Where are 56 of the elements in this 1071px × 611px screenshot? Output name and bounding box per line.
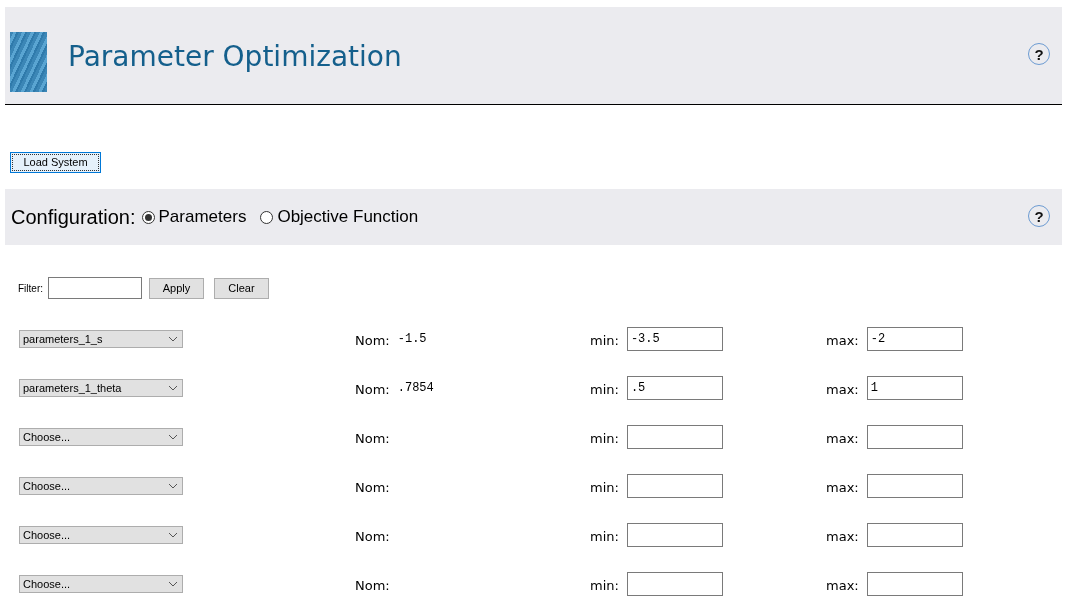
max-label: max:	[826, 578, 859, 593]
caret-icon	[168, 482, 178, 489]
caret-icon	[168, 580, 178, 587]
radio-button[interactable]	[260, 210, 274, 224]
max-label: max:	[826, 529, 859, 544]
radio-button[interactable]	[141, 210, 155, 224]
min-field[interactable]	[626, 571, 723, 596]
max-field[interactable]	[866, 571, 963, 596]
page-title: Parameter Optimization	[68, 40, 402, 73]
filter-button[interactable]: Apply	[149, 277, 204, 299]
parameter-dropdown[interactable]: Choose...	[19, 476, 183, 495]
filter-label: Filter:	[18, 282, 43, 294]
nom-label: Nom:	[355, 431, 390, 446]
parameter-dropdown[interactable]: Choose...	[19, 427, 183, 446]
parameter-dropdown[interactable]: parameters_1_theta	[19, 378, 183, 397]
min-field[interactable]: .5	[626, 375, 723, 400]
caret-icon	[168, 384, 178, 391]
nom-label: Nom:	[355, 382, 390, 397]
max-label: max:	[826, 431, 859, 446]
caret-icon	[168, 433, 178, 440]
nom-value: -1.5	[397, 331, 427, 346]
max-field[interactable]: 1	[866, 375, 963, 400]
max-field[interactable]: -2	[866, 326, 963, 351]
nom-value: .7854	[397, 380, 434, 395]
radio-option[interactable]: Objective Function	[260, 207, 419, 227]
nom-label: Nom:	[355, 333, 390, 348]
min-field[interactable]: -3.5	[626, 326, 723, 351]
min-label: min:	[590, 382, 619, 397]
min-label: min:	[590, 480, 619, 495]
parameter-dropdown[interactable]: Choose...	[19, 525, 183, 544]
max-label: max:	[826, 480, 859, 495]
radio-option[interactable]: Parameters	[141, 207, 247, 227]
configuration-label: Configuration:	[11, 205, 136, 229]
max-label: max:	[826, 333, 859, 348]
caret-icon	[168, 335, 178, 342]
max-field[interactable]	[866, 522, 963, 547]
nom-label: Nom:	[355, 480, 390, 495]
min-label: min:	[590, 529, 619, 544]
nom-label: Nom:	[355, 529, 390, 544]
min-field[interactable]	[626, 473, 723, 498]
nom-label: Nom:	[355, 578, 390, 593]
max-field[interactable]	[866, 473, 963, 498]
min-field[interactable]	[626, 424, 723, 449]
max-label: max:	[826, 382, 859, 397]
min-label: min:	[590, 333, 619, 348]
min-label: min:	[590, 431, 619, 446]
filter-button[interactable]: Clear	[214, 277, 269, 299]
parameter-dropdown[interactable]: Choose...	[19, 574, 183, 593]
min-field[interactable]	[626, 522, 723, 547]
caret-icon	[168, 531, 178, 538]
load-system-button[interactable]: Load System	[10, 151, 101, 173]
logo-image	[10, 32, 47, 92]
parameter-dropdown[interactable]: parameters_1_s	[19, 329, 183, 348]
min-label: min:	[590, 578, 619, 593]
filter-field[interactable]	[48, 277, 142, 299]
max-field[interactable]	[866, 424, 963, 449]
